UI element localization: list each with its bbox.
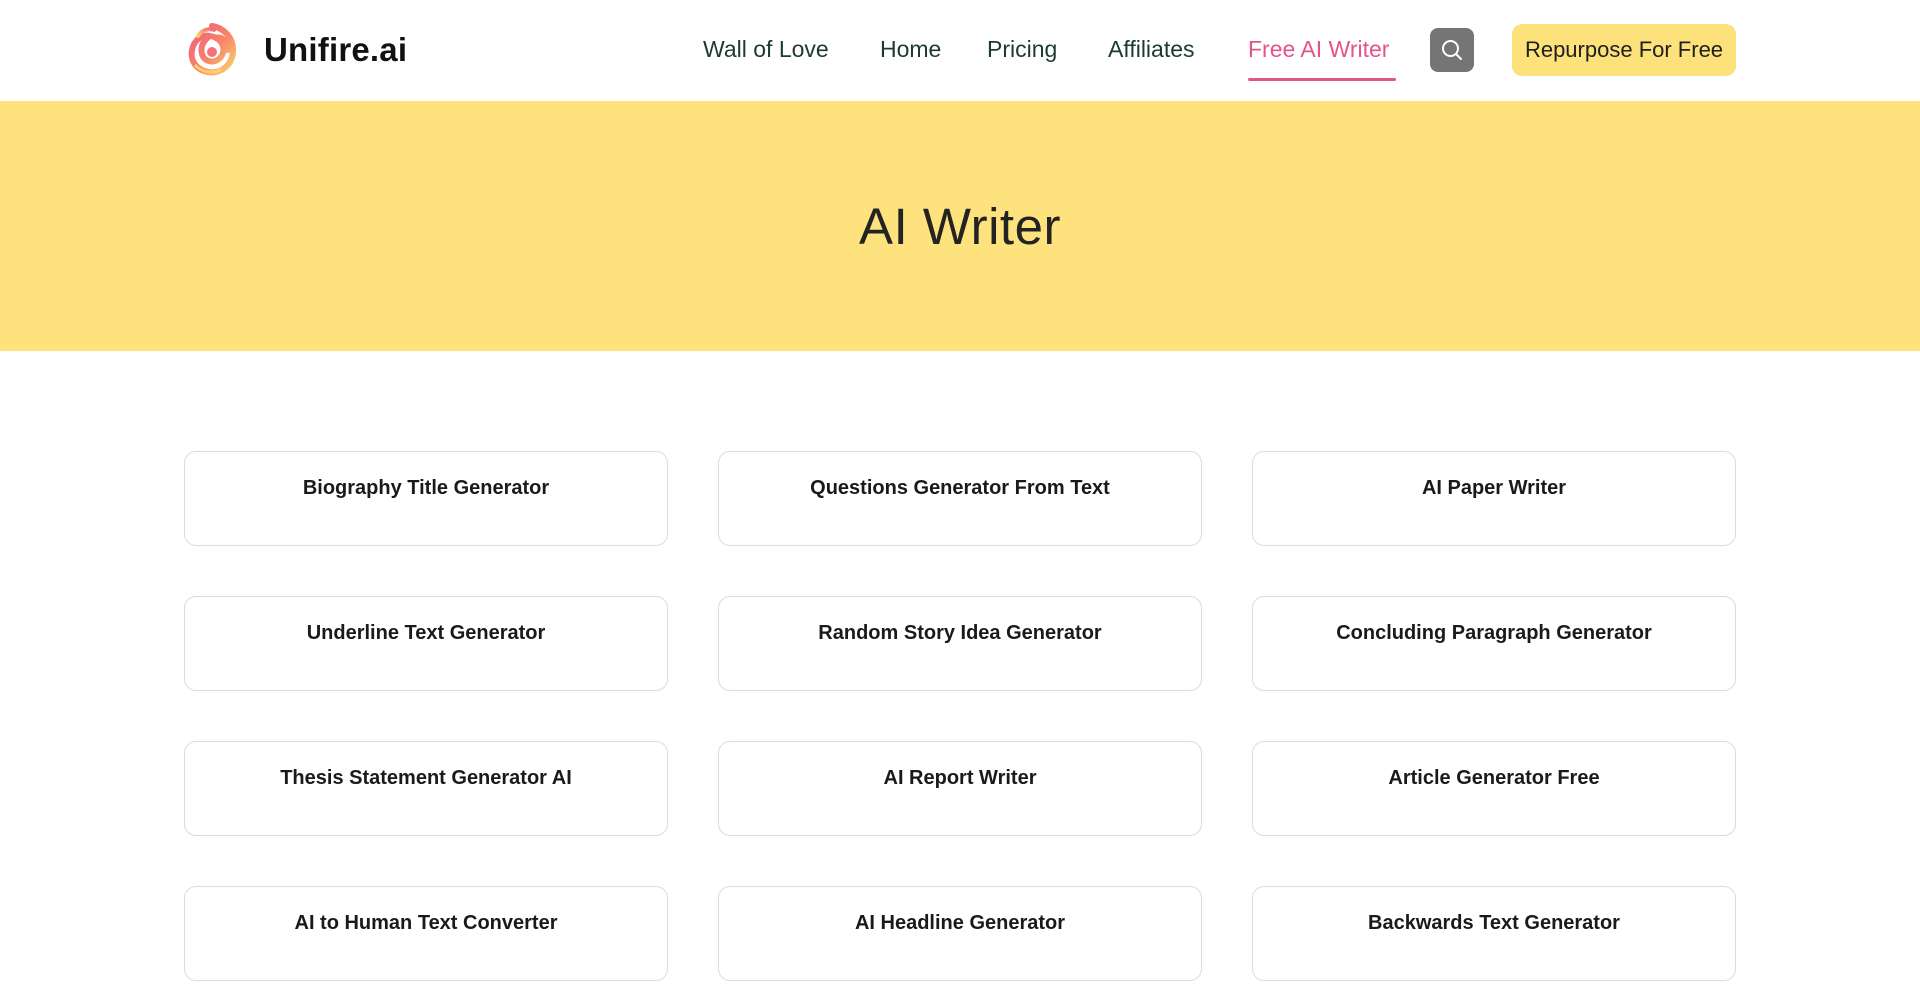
tool-card-label: Random Story Idea Generator <box>818 622 1102 644</box>
active-nav-underline <box>1248 78 1396 81</box>
tool-card-thesis-statement-generator-ai[interactable]: Thesis Statement Generator AI <box>184 741 668 836</box>
brand-name: Unifire.ai <box>264 31 408 68</box>
tool-card-ai-report-writer[interactable]: AI Report Writer <box>718 741 1202 836</box>
search-icon <box>1442 40 1462 60</box>
nav-link-home[interactable]: Home <box>880 34 941 64</box>
tool-card-backwards-text-generator[interactable]: Backwards Text Generator <box>1252 886 1736 981</box>
flame-swirl-logo-icon <box>188 23 237 76</box>
brand-logo-link[interactable]: Unifire.ai <box>184 22 407 78</box>
tool-card-label: Concluding Paragraph Generator <box>1336 622 1652 644</box>
nav-link-free-ai-writer[interactable]: Free AI Writer <box>1248 34 1389 64</box>
tool-card-label: Thesis Statement Generator AI <box>280 767 572 789</box>
tool-card-questions-generator-from-text[interactable]: Questions Generator From Text <box>718 451 1202 546</box>
tool-card-label: Underline Text Generator <box>306 622 546 644</box>
tool-card-ai-paper-writer[interactable]: AI Paper Writer <box>1252 451 1736 546</box>
tool-card-label: Biography Title Generator <box>302 477 550 499</box>
tool-card-label: AI to Human Text Converter <box>294 912 558 934</box>
tool-grid: Biography Title Generator Questions Gene… <box>184 451 1736 981</box>
tool-card-underline-text-generator[interactable]: Underline Text Generator <box>184 596 668 691</box>
tool-card-concluding-paragraph-generator[interactable]: Concluding Paragraph Generator <box>1252 596 1736 691</box>
tool-card-label: AI Report Writer <box>883 767 1037 789</box>
tool-card-ai-to-human-text-converter[interactable]: AI to Human Text Converter <box>184 886 668 981</box>
nav-link-wall-of-love[interactable]: Wall of Love <box>703 34 829 64</box>
tool-card-biography-title-generator[interactable]: Biography Title Generator <box>184 451 668 546</box>
tool-card-label: Backwards Text Generator <box>1368 912 1620 934</box>
tool-card-ai-headline-generator[interactable]: AI Headline Generator <box>718 886 1202 981</box>
tool-card-random-story-idea-generator[interactable]: Random Story Idea Generator <box>718 596 1202 691</box>
tool-card-label: Article Generator Free <box>1388 767 1600 789</box>
tool-card-article-generator-free[interactable]: Article Generator Free <box>1252 741 1736 836</box>
site-header: Unifire.ai Wall of Love Home Pricing Aff… <box>0 0 1920 100</box>
hero-banner: AI Writer <box>0 101 1920 351</box>
tool-card-label: AI Paper Writer <box>1421 477 1567 499</box>
repurpose-for-free-button[interactable]: Repurpose For Free <box>1512 24 1736 76</box>
tool-card-label: Questions Generator From Text <box>810 477 1110 499</box>
search-button[interactable] <box>1430 28 1474 72</box>
page-title: AI Writer <box>859 197 1061 255</box>
nav-link-pricing[interactable]: Pricing <box>987 34 1057 64</box>
tool-card-label: AI Headline Generator <box>854 912 1066 934</box>
nav-link-affiliates[interactable]: Affiliates <box>1108 34 1195 64</box>
